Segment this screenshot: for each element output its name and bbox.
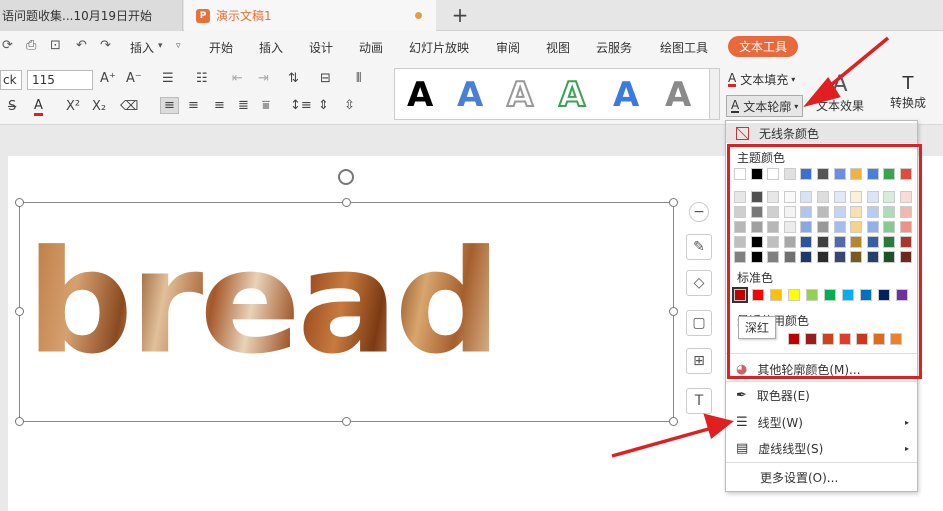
arrow-bottom <box>611 426 713 458</box>
arrowhead-bottom <box>703 413 734 439</box>
annotation-arrows <box>611 36 890 458</box>
